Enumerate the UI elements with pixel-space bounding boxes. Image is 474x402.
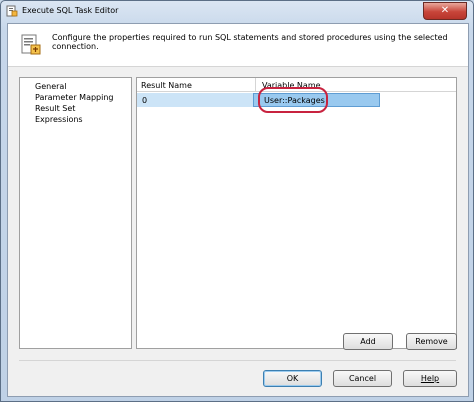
sql-task-icon <box>6 5 18 17</box>
highlight-annotation <box>258 87 328 113</box>
sql-document-icon <box>21 34 41 55</box>
result-set-grid: Result Name Variable Name 0 User::Packag… <box>136 77 457 349</box>
nav-item-parameter-mapping[interactable]: Parameter Mapping <box>35 93 114 102</box>
result-name-cell[interactable]: 0 <box>142 96 147 105</box>
dialog-header: Configure the properties required to run… <box>8 24 468 67</box>
column-header-result-name[interactable]: Result Name <box>141 81 192 90</box>
nav-item-result-set[interactable]: Result Set <box>35 104 75 113</box>
nav-item-general[interactable]: General <box>35 82 67 91</box>
cancel-button[interactable]: Cancel <box>333 370 392 387</box>
page-navigation: General Parameter Mapping Result Set Exp… <box>19 77 132 349</box>
window-title: Execute SQL Task Editor <box>22 6 119 15</box>
column-divider[interactable] <box>255 78 256 91</box>
header-description: Configure the properties required to run… <box>52 33 448 51</box>
remove-button[interactable]: Remove <box>406 333 457 350</box>
add-button[interactable]: Add <box>343 333 393 350</box>
close-button[interactable]: ✕ <box>423 2 467 20</box>
title-bar[interactable]: Execute SQL Task Editor ✕ <box>1 1 473 23</box>
nav-item-expressions[interactable]: Expressions <box>35 115 83 124</box>
dialog-client-area: Configure the properties required to run… <box>7 23 469 397</box>
close-icon: ✕ <box>440 5 450 16</box>
dialog-window: Execute SQL Task Editor ✕ Configure the … <box>0 0 474 402</box>
help-button[interactable]: Help <box>403 370 457 387</box>
ok-button[interactable]: OK <box>263 370 322 387</box>
separator <box>19 360 456 361</box>
